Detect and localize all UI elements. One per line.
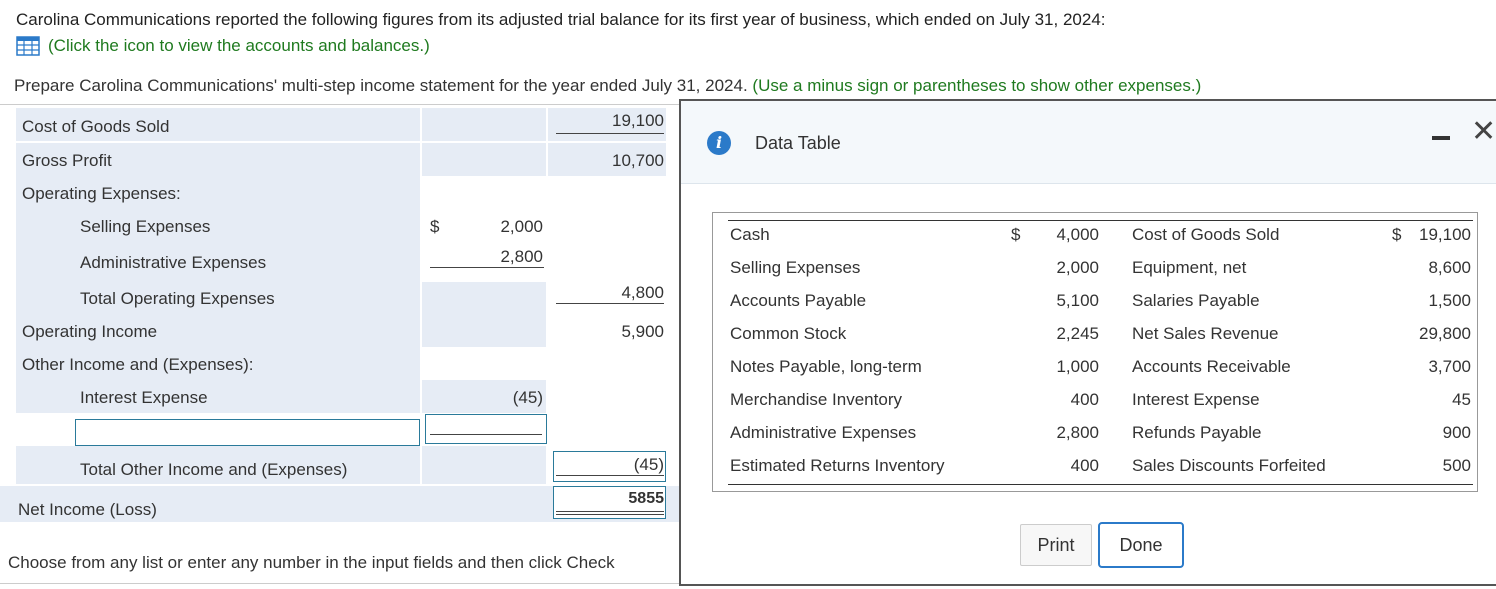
account-value: 1,500 [1428,291,1471,310]
amount-input[interactable] [425,414,547,444]
underline [430,267,544,268]
account-name: Merchandise Inventory [730,390,902,409]
row-bg [422,446,546,484]
underline [556,475,664,476]
operating-income-value[interactable]: 5,900 [556,322,664,342]
account-name: Common Stock [730,324,847,343]
view-accounts-link-text[interactable]: (Click the icon to view the accounts and… [48,36,430,56]
account-value: 2,245 [1056,324,1099,343]
account-value: 400 [1070,390,1099,409]
underline [430,434,542,435]
table-bottom-rule [728,484,1473,485]
gross-profit-value[interactable]: 10,700 [556,151,664,171]
admin-expenses-label: Administrative Expenses [80,253,267,272]
interest-expense-label: Interest Expense [80,388,208,407]
instruction-text: Prepare Carolina Communications' multi-s… [14,76,748,95]
info-icon: i [707,131,731,155]
table-grid-icon[interactable] [16,36,40,56]
account-name: Interest Expense [1132,390,1260,409]
account-value: 4,000 [1056,225,1099,244]
print-button[interactable]: Print [1020,524,1092,566]
instruction-hint: (Use a minus sign or parentheses to show… [752,76,1202,95]
account-value: 2,000 [1056,258,1099,277]
total-other-value[interactable]: (45) [556,455,664,475]
account-name: Accounts Receivable [1132,357,1291,376]
net-income-value[interactable]: 5855 [556,490,664,508]
account-value: 5,100 [1056,291,1099,310]
table-top-rule [728,220,1473,221]
account-value: 8,600 [1428,258,1471,277]
account-value: 19,100 [1419,225,1471,244]
account-name: Cash [730,225,770,244]
account-value: 45 [1452,390,1471,409]
double-underline-top [556,511,664,512]
accounts-table: Cash $4,000 Selling Expenses 2,000 Accounts … [712,212,1478,492]
account-name: Administrative Expenses [730,423,917,442]
account-name: Salaries Payable [1132,291,1260,310]
total-opex-value[interactable]: 4,800 [556,283,664,303]
intro-text: Carolina Communications reported the fol… [16,10,1106,29]
row-bg [16,210,420,246]
account-value: 1,000 [1056,357,1099,376]
done-button[interactable]: Done [1098,522,1184,568]
underline [556,133,664,134]
admin-expenses-value[interactable]: 2,800 [430,247,543,267]
row-bg [422,108,546,141]
instruction: Prepare Carolina Communications' multi-s… [14,76,1201,96]
minimize-icon[interactable] [1432,136,1450,140]
account-name: Notes Payable, long-term [730,357,922,376]
account-value: 500 [1442,456,1471,475]
total-opex-label: Total Operating Expenses [80,289,275,308]
interest-expense-value[interactable]: (45) [430,388,543,408]
account-value: 3,700 [1428,357,1471,376]
account-name-input[interactable] [75,419,420,446]
bottom-instruction: Choose from any list or enter any number… [8,553,615,572]
account-name: Accounts Payable [730,291,867,310]
total-other-label: Total Other Income and (Expenses) [80,460,348,479]
row-bg [16,380,420,413]
account-name: Selling Expenses [730,258,861,277]
account-value: 900 [1442,423,1471,442]
account-name: Net Sales Revenue [1132,324,1279,343]
double-underline-bottom [556,514,664,515]
currency-symbol: $ [430,217,440,236]
account-value: 400 [1070,456,1099,475]
cogs-label: Cost of Goods Sold [22,117,170,136]
currency-symbol: $ [1011,225,1021,244]
cogs-value[interactable]: 19,100 [556,111,664,131]
account-name: Estimated Returns Inventory [730,456,945,475]
gross-profit-label: Gross Profit [22,151,112,170]
account-value: 2,800 [1056,423,1099,442]
account-name: Refunds Payable [1132,423,1262,442]
account-name: Cost of Goods Sold [1132,225,1280,244]
account-value: 29,800 [1419,324,1471,343]
view-accounts-link[interactable]: (Click the icon to view the accounts and… [16,36,430,56]
operating-expenses-label: Operating Expenses: [22,184,181,203]
other-income-label: Other Income and (Expenses): [22,355,254,374]
close-icon[interactable]: ✕ [1471,117,1496,147]
data-table-modal: i Data Table ✕ Cash $4,000 Selling Expense… [679,99,1496,586]
operating-income-label: Operating Income [22,322,158,341]
row-bg [422,143,546,176]
selling-expenses-value[interactable]: 2,000 [440,217,543,237]
divider-top [0,104,680,105]
row-bg [422,282,546,314]
account-name: Equipment, net [1132,258,1247,277]
divider-bottom [0,583,680,584]
underline [556,303,664,304]
selling-expenses-label: Selling Expenses [80,217,211,236]
modal-header: i Data Table ✕ [681,101,1496,184]
account-name: Sales Discounts Forfeited [1132,456,1326,475]
net-income-label: Net Income (Loss) [18,500,157,519]
modal-title: Data Table [755,133,841,153]
row-bg [422,314,546,347]
